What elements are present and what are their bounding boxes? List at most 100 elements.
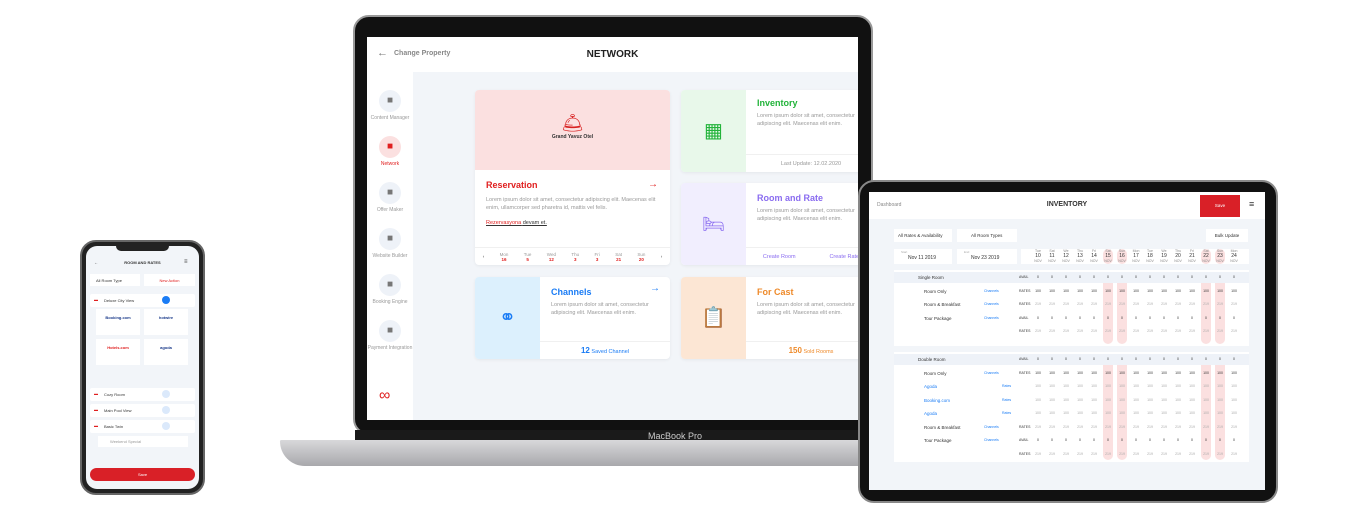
value-cell[interactable]: 0 bbox=[1159, 316, 1169, 320]
value-cell[interactable]: 100 bbox=[1215, 384, 1225, 388]
sidebar-item-website-builder[interactable]: ■ Website Builder bbox=[367, 228, 413, 259]
date-column[interactable]: Fri 14 NOV bbox=[1089, 249, 1099, 264]
date-column[interactable]: We 19 NOV bbox=[1159, 249, 1169, 264]
value-cell[interactable]: 0 bbox=[1145, 357, 1155, 361]
value-cell[interactable]: 100 bbox=[1229, 411, 1239, 415]
start-date-picker[interactable]: Start Nov 11 2019 bbox=[894, 249, 952, 264]
toggle-icon[interactable] bbox=[162, 296, 170, 304]
room-type-dropdown[interactable]: All Room Types bbox=[957, 229, 1017, 242]
value-cell[interactable]: 0 bbox=[1145, 275, 1155, 279]
value-cell[interactable]: 219 bbox=[1033, 452, 1043, 456]
sidebar-item-offer-maker[interactable]: ■ Offer Maker bbox=[367, 182, 413, 213]
value-cell[interactable]: 100 bbox=[1187, 289, 1197, 293]
value-cell[interactable]: 100 bbox=[1033, 371, 1043, 375]
value-cell[interactable]: 219 bbox=[1103, 329, 1113, 333]
day-cell[interactable]: Fri 3 bbox=[595, 252, 600, 262]
date-column[interactable]: Fri 21 NOV bbox=[1187, 249, 1197, 264]
rates-filter-dropdown[interactable]: All Rates & Availability bbox=[894, 229, 952, 242]
value-cell[interactable]: 219 bbox=[1173, 452, 1183, 456]
date-column[interactable]: Thu 20 NOV bbox=[1173, 249, 1183, 264]
value-cell[interactable]: 0 bbox=[1173, 316, 1183, 320]
value-cell[interactable]: 0 bbox=[1145, 316, 1155, 320]
value-cell[interactable]: 0 bbox=[1201, 438, 1211, 442]
value-cell[interactable]: 219 bbox=[1075, 452, 1085, 456]
value-cell[interactable]: 100 bbox=[1131, 411, 1141, 415]
toggle-icon[interactable] bbox=[162, 422, 170, 430]
value-cell[interactable]: 219 bbox=[1229, 302, 1239, 306]
day-cell[interactable]: Thu 3 bbox=[571, 252, 579, 262]
value-cell[interactable]: 219 bbox=[1173, 425, 1183, 429]
value-cell[interactable]: 100 bbox=[1047, 411, 1057, 415]
value-cell[interactable]: 100 bbox=[1047, 289, 1057, 293]
value-cell[interactable]: 0 bbox=[1047, 275, 1057, 279]
value-cell[interactable]: 0 bbox=[1159, 438, 1169, 442]
value-cell[interactable]: 219 bbox=[1159, 302, 1169, 306]
value-cell[interactable]: 219 bbox=[1201, 452, 1211, 456]
date-column[interactable]: Tue 10 NOV bbox=[1033, 249, 1043, 264]
date-column[interactable]: Sun 23 NOV bbox=[1215, 249, 1225, 264]
inventory-card[interactable]: ▦ Inventory Lorem ipsum dolor sit amet, … bbox=[681, 90, 858, 172]
value-cell[interactable]: 100 bbox=[1229, 289, 1239, 293]
value-cell[interactable]: 100 bbox=[1047, 371, 1057, 375]
date-column[interactable]: Mon 17 NOV bbox=[1131, 249, 1141, 264]
value-cell[interactable]: 100 bbox=[1229, 398, 1239, 402]
value-cell[interactable]: 0 bbox=[1075, 275, 1085, 279]
value-cell[interactable]: 0 bbox=[1075, 316, 1085, 320]
value-cell[interactable]: 100 bbox=[1033, 289, 1043, 293]
date-column[interactable]: Thu 13 NOV bbox=[1075, 249, 1085, 264]
value-cell[interactable]: 219 bbox=[1117, 452, 1127, 456]
value-cell[interactable]: 100 bbox=[1061, 384, 1071, 388]
value-cell[interactable]: 100 bbox=[1159, 371, 1169, 375]
value-cell[interactable]: 219 bbox=[1229, 329, 1239, 333]
value-cell[interactable]: 0 bbox=[1103, 438, 1113, 442]
new-action-button[interactable]: New Action bbox=[144, 274, 195, 286]
reservation-link-cont[interactable]: devam et. bbox=[523, 220, 547, 226]
value-cell[interactable]: 100 bbox=[1187, 398, 1197, 402]
value-cell[interactable]: 100 bbox=[1173, 289, 1183, 293]
value-cell[interactable]: 0 bbox=[1033, 316, 1043, 320]
menu-icon[interactable]: ≡ bbox=[184, 259, 188, 265]
value-cell[interactable]: 219 bbox=[1047, 302, 1057, 306]
value-cell[interactable]: 0 bbox=[1089, 275, 1099, 279]
value-cell[interactable]: 100 bbox=[1047, 384, 1057, 388]
value-cell[interactable]: 219 bbox=[1187, 452, 1197, 456]
value-cell[interactable]: 100 bbox=[1229, 384, 1239, 388]
value-cell[interactable]: 100 bbox=[1117, 384, 1127, 388]
value-cell[interactable]: 0 bbox=[1229, 316, 1239, 320]
value-cell[interactable]: 100 bbox=[1117, 371, 1127, 375]
value-cell[interactable]: 100 bbox=[1159, 289, 1169, 293]
value-cell[interactable]: 0 bbox=[1229, 357, 1239, 361]
room-row[interactable]: ▬ Basic Twin bbox=[90, 420, 195, 433]
value-cell[interactable]: 219 bbox=[1201, 302, 1211, 306]
value-cell[interactable]: 0 bbox=[1229, 275, 1239, 279]
channel-card[interactable]: Hotels.com bbox=[96, 339, 140, 365]
value-cell[interactable]: 219 bbox=[1229, 425, 1239, 429]
date-column[interactable]: Sun 16 NOV bbox=[1117, 249, 1127, 264]
value-cell[interactable]: 219 bbox=[1201, 425, 1211, 429]
value-cell[interactable]: 100 bbox=[1201, 398, 1211, 402]
value-cell[interactable]: 219 bbox=[1117, 302, 1127, 306]
value-cell[interactable]: 219 bbox=[1061, 329, 1071, 333]
row-dropdown[interactable]: Channels bbox=[984, 371, 999, 375]
value-cell[interactable]: 100 bbox=[1033, 398, 1043, 402]
create-room-link[interactable]: Create Room bbox=[763, 248, 796, 265]
value-cell[interactable]: 100 bbox=[1033, 411, 1043, 415]
value-cell[interactable]: 100 bbox=[1103, 398, 1113, 402]
value-cell[interactable]: 219 bbox=[1089, 452, 1099, 456]
value-cell[interactable]: 0 bbox=[1187, 438, 1197, 442]
value-cell[interactable]: 100 bbox=[1215, 289, 1225, 293]
value-cell[interactable]: 219 bbox=[1089, 302, 1099, 306]
value-cell[interactable]: 219 bbox=[1145, 329, 1155, 333]
value-cell[interactable]: 100 bbox=[1201, 371, 1211, 375]
value-cell[interactable]: 219 bbox=[1215, 329, 1225, 333]
value-cell[interactable]: 0 bbox=[1117, 357, 1127, 361]
date-column[interactable]: Sat 15 NOV bbox=[1103, 249, 1113, 264]
value-cell[interactable]: 219 bbox=[1229, 452, 1239, 456]
value-cell[interactable]: 0 bbox=[1033, 357, 1043, 361]
value-cell[interactable]: 100 bbox=[1201, 289, 1211, 293]
value-cell[interactable]: 100 bbox=[1187, 384, 1197, 388]
value-cell[interactable]: 219 bbox=[1089, 425, 1099, 429]
value-cell[interactable]: 219 bbox=[1061, 452, 1071, 456]
room-row[interactable]: ▬ Deluxe City View bbox=[90, 294, 195, 307]
value-cell[interactable]: 100 bbox=[1159, 384, 1169, 388]
